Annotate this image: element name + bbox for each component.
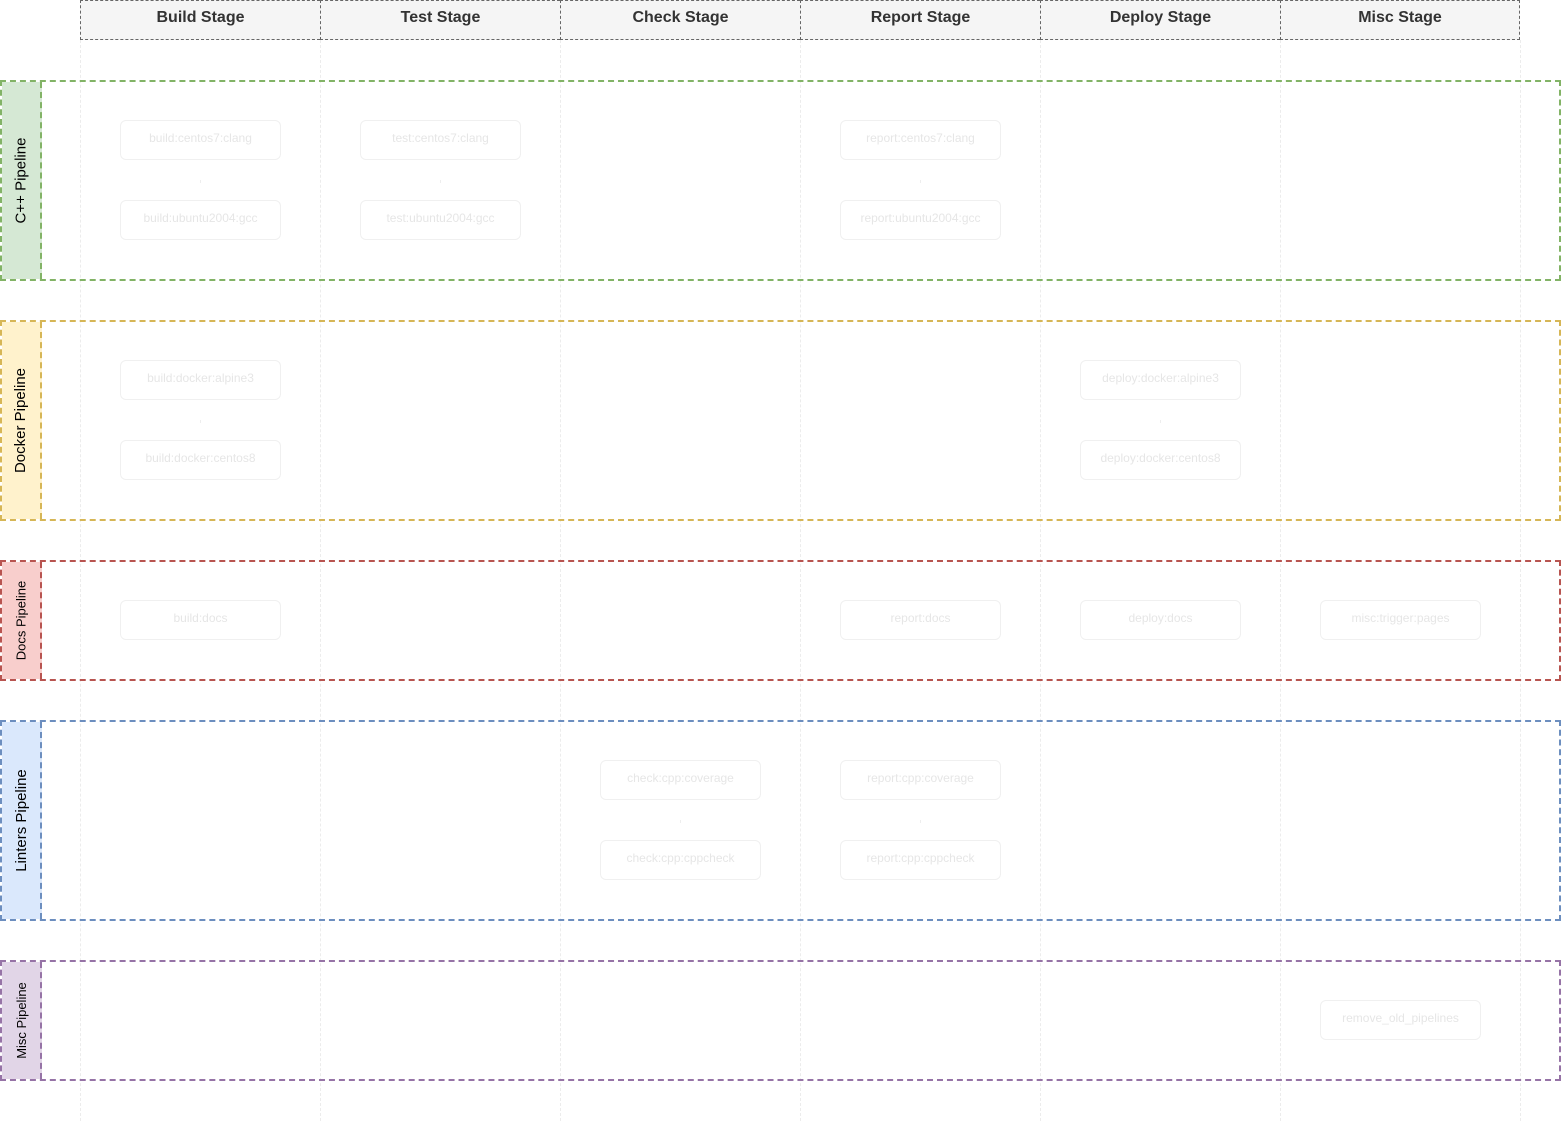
job-node[interactable]: report:cpp:coverage — [840, 760, 1001, 800]
lane-label-text: Docker Pipeline — [12, 367, 30, 474]
job-node[interactable]: deploy:docker:centos8 — [1080, 440, 1241, 480]
lane-docker-pipeline: Docker Pipeline — [0, 320, 1561, 521]
job-node[interactable]: build:ubuntu2004:gcc — [120, 200, 281, 240]
stage-header-build: Build Stage — [80, 0, 320, 40]
job-node[interactable]: misc:trigger:pages — [1320, 600, 1481, 640]
job-node[interactable]: check:cpp:coverage — [600, 760, 761, 800]
lane-label-text: Misc Pipeline — [13, 982, 29, 1059]
job-node[interactable]: deploy:docs — [1080, 600, 1241, 640]
job-node[interactable]: build:centos7:clang — [120, 120, 281, 160]
job-connector — [680, 820, 681, 823]
job-node[interactable]: report:docs — [840, 600, 1001, 640]
lane-linters-pipeline: Linters Pipeline — [0, 720, 1561, 921]
job-connector — [1160, 420, 1161, 423]
lane-label: Linters Pipeline — [2, 722, 42, 919]
job-connector — [200, 180, 201, 183]
job-connector — [200, 420, 201, 423]
stage-header-test: Test Stage — [320, 0, 560, 40]
job-node[interactable]: deploy:docker:alpine3 — [1080, 360, 1241, 400]
job-node[interactable]: build:docs — [120, 600, 281, 640]
lane-label-text: C++ Pipeline — [12, 137, 30, 224]
job-node[interactable]: build:docker:centos8 — [120, 440, 281, 480]
job-node[interactable]: report:centos7:clang — [840, 120, 1001, 160]
job-node[interactable]: check:cpp:cppcheck — [600, 840, 761, 880]
job-node[interactable]: test:ubuntu2004:gcc — [360, 200, 521, 240]
lane-label: Misc Pipeline — [2, 962, 42, 1079]
job-connector — [440, 180, 441, 183]
job-node[interactable]: report:ubuntu2004:gcc — [840, 200, 1001, 240]
stage-header-deploy: Deploy Stage — [1040, 0, 1280, 40]
job-connector — [920, 820, 921, 823]
job-node[interactable]: remove_old_pipelines — [1320, 1000, 1481, 1040]
job-node[interactable]: test:centos7:clang — [360, 120, 521, 160]
job-node[interactable]: build:docker:alpine3 — [120, 360, 281, 400]
stage-header-misc: Misc Stage — [1280, 0, 1520, 40]
lane-cpp-pipeline: C++ Pipeline — [0, 80, 1561, 281]
lane-label: C++ Pipeline — [2, 82, 42, 279]
lane-label-text: Docs Pipeline — [13, 580, 29, 661]
lane-label-text: Linters Pipeline — [12, 769, 30, 872]
job-node[interactable]: report:cpp:cppcheck — [840, 840, 1001, 880]
stage-header-report: Report Stage — [800, 0, 1040, 40]
job-connector — [920, 180, 921, 183]
lane-label: Docs Pipeline — [2, 562, 42, 679]
stage-header-check: Check Stage — [560, 0, 800, 40]
lane-label: Docker Pipeline — [2, 322, 42, 519]
